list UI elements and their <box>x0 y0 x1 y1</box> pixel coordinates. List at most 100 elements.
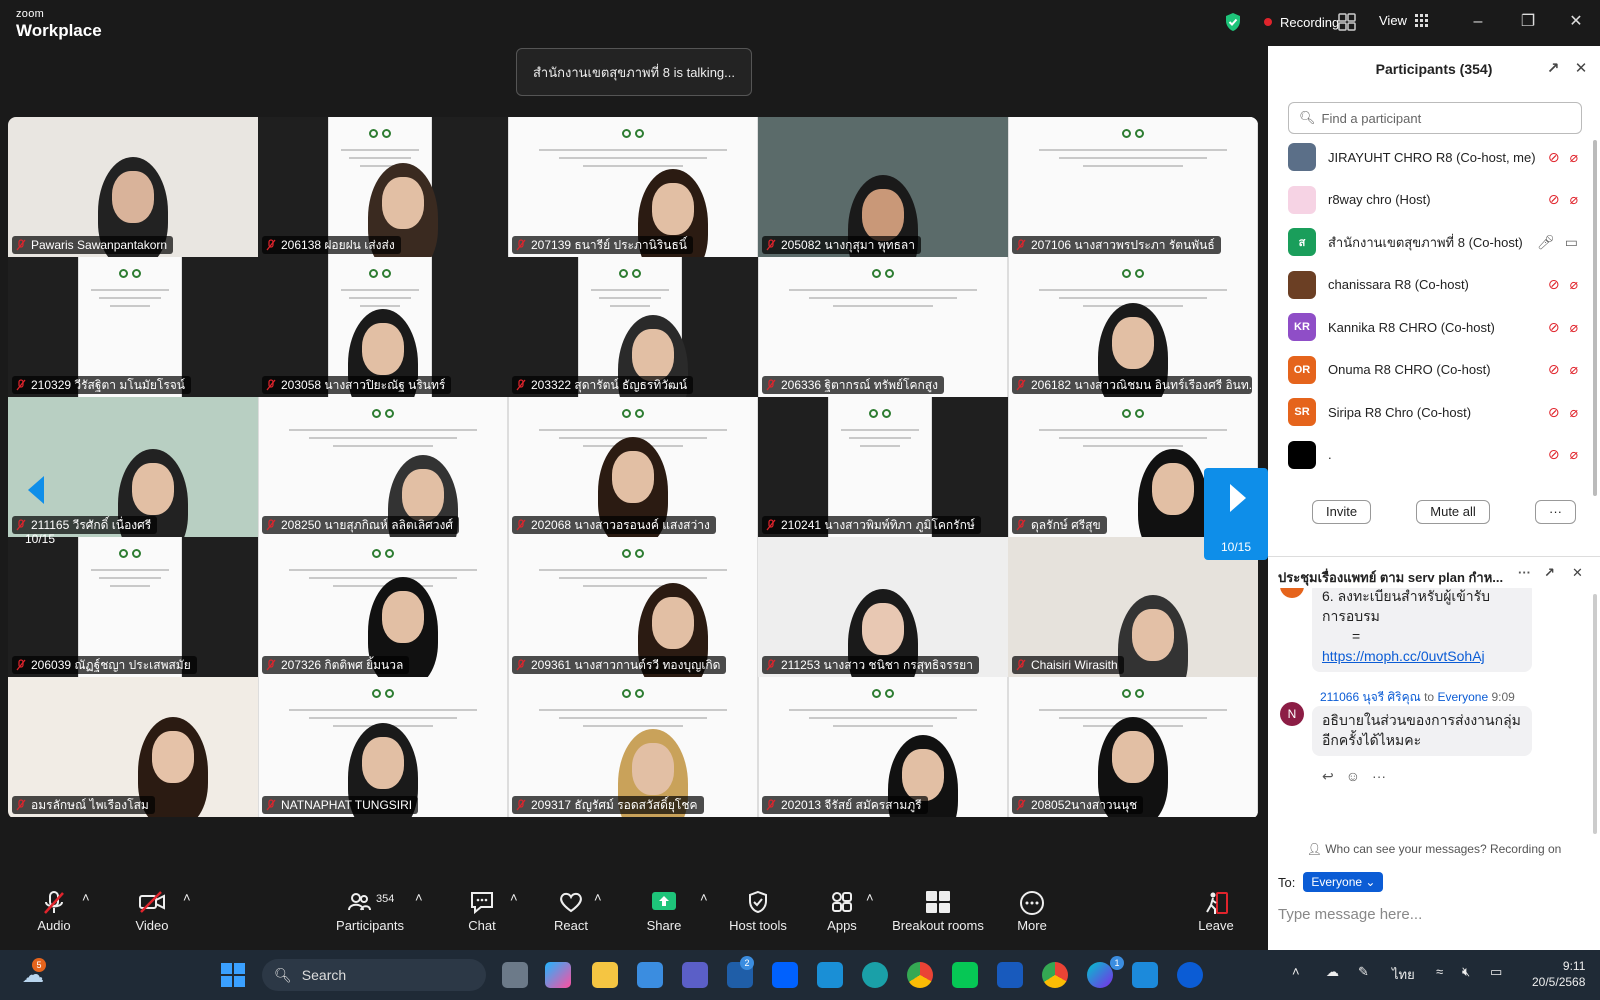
chrome-icon[interactable] <box>907 962 933 988</box>
video-off-icon[interactable]: ⌀ <box>1570 319 1578 336</box>
participant-row[interactable]: . ⊘ ⌀ <box>1288 434 1578 476</box>
notepad-icon[interactable] <box>817 962 843 988</box>
participant-row[interactable]: KR Kannika R8 CHRO (Co-host) ⊘ ⌀ <box>1288 306 1578 348</box>
mic-muted-icon[interactable]: ⊘ <box>1548 361 1560 378</box>
participant-row[interactable]: chanissara R8 (Co-host) ⊘ ⌀ <box>1288 264 1578 306</box>
participants-more-button[interactable]: ··· <box>1534 500 1576 524</box>
video-off-icon[interactable]: ⌀ <box>1570 446 1578 463</box>
audio-options-caret-icon[interactable]: ˄ <box>82 890 90 905</box>
host-tools-button[interactable]: Host tools <box>725 890 791 933</box>
mic-on-icon[interactable]: 🎤︎ <box>1537 234 1555 251</box>
close-icon[interactable]: ✕ <box>1566 12 1586 32</box>
chat-close-icon[interactable]: ✕ <box>1572 565 1583 581</box>
chat-caret-icon[interactable]: ˄ <box>510 890 518 905</box>
restore-icon[interactable]: ❐ <box>1518 12 1538 32</box>
input-language[interactable]: ไทย <box>1392 964 1415 985</box>
video-off-icon[interactable]: ⌀ <box>1570 191 1578 208</box>
next-page-button[interactable]: 10/15 <box>1204 468 1268 560</box>
message-link[interactable]: https://moph.cc/0uvtSohAj <box>1322 646 1522 666</box>
video-tile[interactable]: อมรลักษณ์ ไพเรืองโสม <box>8 677 258 817</box>
invite-button[interactable]: Invite <box>1312 500 1372 524</box>
volume-muted-icon[interactable]: 🔇︎ <box>1462 964 1470 980</box>
photos-icon[interactable] <box>1132 962 1158 988</box>
view-button[interactable]: View <box>1379 13 1429 28</box>
canva-icon[interactable] <box>1087 962 1113 988</box>
mic-muted-icon[interactable]: ⊘ <box>1548 404 1560 421</box>
participants-caret-icon[interactable]: ˄ <box>415 890 423 905</box>
video-tile[interactable]: 210329 วีรัสฐิตา มโนมัยโรจน์ <box>8 257 258 397</box>
video-tile[interactable]: 205082 นางกุสุมา พุทธลา <box>758 117 1008 257</box>
video-tile[interactable]: 203058 นางสาวปิยะณัฐ นรินทร์ <box>258 257 508 397</box>
battery-icon[interactable]: ▭ <box>1490 964 1502 980</box>
chat-more-icon[interactable]: ··· <box>1518 565 1531 580</box>
participants-button[interactable]: 354 Participants <box>330 890 410 933</box>
previous-page-button[interactable]: 10/15 <box>8 460 72 552</box>
mic-muted-icon[interactable]: ⊘ <box>1548 276 1560 293</box>
popout-icon[interactable]: ↗ <box>1544 60 1562 78</box>
video-on-icon[interactable]: ▭ <box>1565 234 1578 251</box>
mic-muted-icon[interactable]: ⊘ <box>1548 191 1560 208</box>
video-tile[interactable]: 210241 นางสาวพิมพ์ทิภา ภูมิโคกรักษ์ <box>758 397 1008 537</box>
line-icon[interactable] <box>952 962 978 988</box>
chat-popout-icon[interactable]: ↗ <box>1544 565 1555 581</box>
teams-icon[interactable] <box>682 962 708 988</box>
store-icon[interactable] <box>637 962 663 988</box>
video-tile[interactable]: 206138 ฝอยฝน เส่งส่ง <box>258 117 508 257</box>
video-tile[interactable]: 211253 นางสาว ชนิชา กรสุทธิจรรยา <box>758 537 1008 677</box>
video-tile[interactable]: Pawaris Sawanpantakorn <box>8 117 258 257</box>
chat-message-input[interactable]: Type message here... <box>1278 906 1422 923</box>
participant-row[interactable]: ส สำนักงานเขตสุขภาพที่ 8 (Co-host) 🎤︎ ▭ <box>1288 221 1578 263</box>
file-explorer-icon[interactable] <box>592 962 618 988</box>
share-caret-icon[interactable]: ˄ <box>700 890 708 905</box>
wifi-icon[interactable]: ≈ <box>1436 964 1443 979</box>
minimize-icon[interactable]: – <box>1468 12 1488 32</box>
gallery-grid-icon[interactable] <box>1338 13 1356 31</box>
taskbar-search-box[interactable]: 🔍︎ Search <box>262 959 486 991</box>
participant-row[interactable]: r8way chro (Host) ⊘ ⌀ <box>1288 179 1578 221</box>
share-button[interactable]: Share <box>644 890 684 933</box>
video-tile[interactable]: 207326 กิตติพศ ยิ้มนวล <box>258 537 508 677</box>
participant-row[interactable]: SR Siripa R8 Chro (Co-host) ⊘ ⌀ <box>1288 391 1578 433</box>
video-tile[interactable]: 209361 นางสาวกานต์รวี ทองบุญเกิด <box>508 537 758 677</box>
participant-row[interactable]: JIRAYUHT CHRO R8 (Co-host, me) ⊘ ⌀ <box>1288 136 1578 178</box>
word-icon[interactable] <box>997 962 1023 988</box>
video-tile[interactable]: 208250 นายสุภกิณห์ ลลิตเลิศวงศ์ <box>258 397 508 537</box>
video-off-icon[interactable]: ⌀ <box>1570 361 1578 378</box>
mute-all-button[interactable]: Mute all <box>1416 500 1490 524</box>
video-tile[interactable]: 207106 นางสาวพรประภา รัตนพันธ์ <box>1008 117 1258 257</box>
pen-icon[interactable]: ✎ <box>1358 964 1369 980</box>
video-off-icon[interactable]: ⌀ <box>1570 149 1578 166</box>
more-button[interactable]: More <box>1012 890 1052 933</box>
copilot-icon[interactable] <box>545 962 571 988</box>
participant-search-input[interactable]: 🔍︎ Find a participant <box>1288 102 1582 134</box>
mic-muted-icon[interactable]: ⊘ <box>1548 446 1560 463</box>
breakout-rooms-button[interactable]: Breakout rooms <box>890 890 986 933</box>
reply-icon[interactable]: ↩ <box>1322 768 1334 785</box>
video-tile[interactable]: 202068 นางสาวอรอนงค์ แสงสว่าง <box>508 397 758 537</box>
react-button[interactable]: React <box>550 890 592 933</box>
leave-button[interactable]: Leave <box>1196 890 1236 933</box>
windows-start-icon[interactable] <box>221 963 245 987</box>
close-participants-icon[interactable]: ✕ <box>1572 60 1590 78</box>
apps-button[interactable]: Apps <box>822 890 862 933</box>
video-tile[interactable]: 206182 นางสาวณิชมน อินทร์เรืองศรี อินท..… <box>1008 257 1258 397</box>
video-off-icon[interactable]: ⌀ <box>1570 276 1578 293</box>
sender-name[interactable]: 211066 นุจรี ศิริคุณ <box>1320 690 1421 704</box>
mic-muted-icon[interactable]: ⊘ <box>1548 319 1560 336</box>
video-tile[interactable]: 209317 ธัญรัศม์ รอดสวัสดิ์ยุโชค <box>508 677 758 817</box>
recording-indicator[interactable]: Recording <box>1224 12 1339 32</box>
task-view-icon[interactable] <box>502 962 528 988</box>
chat-button[interactable]: Chat <box>462 890 502 933</box>
react-caret-icon[interactable]: ˄ <box>594 890 602 905</box>
video-button[interactable]: Video <box>132 890 172 933</box>
video-options-caret-icon[interactable]: ˄ <box>183 890 191 905</box>
cloud-sync-icon[interactable]: ☁ <box>1326 964 1339 980</box>
participant-scrollbar[interactable] <box>1593 140 1597 496</box>
chrome-profile-icon[interactable] <box>1042 962 1068 988</box>
video-tile[interactable]: 203322 สุดารัตน์ ธัญธรทิวัฒน์ <box>508 257 758 397</box>
emoji-react-icon[interactable]: ☺ <box>1346 768 1360 785</box>
system-clock[interactable]: 9:11 20/5/2568 <box>1532 958 1585 990</box>
participant-row[interactable]: OR Onuma R8 CHRO (Co-host) ⊘ ⌀ <box>1288 349 1578 391</box>
edge-icon[interactable] <box>862 962 888 988</box>
video-tile[interactable]: 208052นางสาวนนุช <box>1008 677 1258 817</box>
